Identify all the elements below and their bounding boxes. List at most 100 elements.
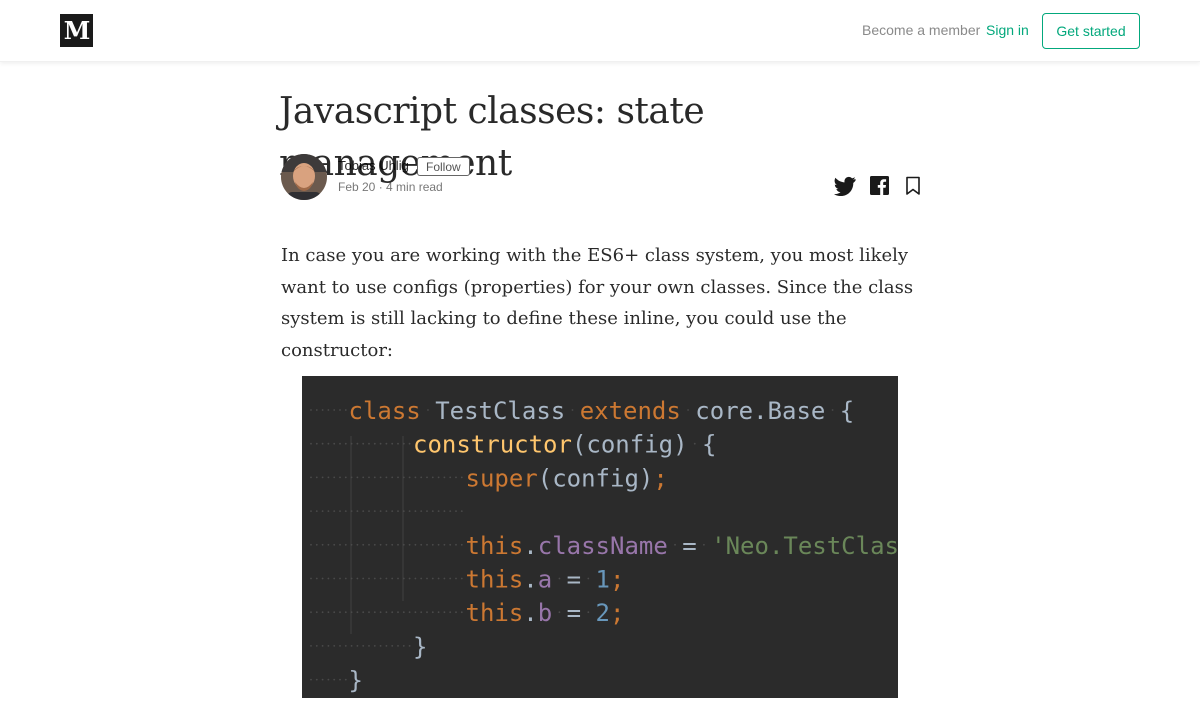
article-title: Javascript classes: state management bbox=[279, 91, 705, 184]
whitespace-dot bbox=[362, 543, 365, 546]
sign-in-link[interactable]: Sign in bbox=[986, 22, 1029, 38]
whitespace-dot bbox=[333, 645, 336, 647]
whitespace-dot bbox=[449, 577, 452, 580]
code-token: b bbox=[538, 599, 552, 627]
whitespace-dot bbox=[414, 611, 417, 614]
whitespace-dot bbox=[402, 577, 405, 580]
whitespace-dot bbox=[333, 611, 336, 614]
whitespace-dot bbox=[368, 510, 370, 512]
whitespace-dot bbox=[310, 442, 312, 445]
code-token: super bbox=[466, 464, 538, 492]
author-name-link[interactable]: Tobias Uhlig bbox=[338, 158, 409, 173]
whitespace-dot bbox=[315, 645, 318, 647]
whitespace-dot bbox=[391, 476, 394, 479]
whitespace-dot bbox=[408, 476, 411, 479]
whitespace-dot bbox=[420, 611, 423, 614]
follow-button[interactable]: Follow bbox=[417, 157, 470, 176]
become-member-link[interactable]: Become a member bbox=[862, 22, 980, 38]
whitespace-dot bbox=[397, 645, 399, 647]
whitespace-dot bbox=[385, 611, 388, 614]
author-avatar[interactable] bbox=[281, 154, 327, 200]
whitespace-dot bbox=[379, 645, 382, 647]
whitespace-dot bbox=[356, 577, 359, 580]
whitespace-dot bbox=[373, 442, 376, 445]
whitespace-dot bbox=[350, 611, 353, 614]
whitespace-dot bbox=[315, 678, 318, 681]
whitespace-dot bbox=[327, 543, 330, 546]
whitespace-dot bbox=[431, 476, 434, 479]
article-meta: Feb 20 · 4 min read bbox=[338, 180, 443, 194]
whitespace-dot bbox=[449, 611, 452, 614]
whitespace-dot bbox=[339, 645, 341, 647]
code-token: 1 bbox=[596, 566, 610, 594]
whitespace-dot bbox=[431, 611, 434, 614]
medium-logo[interactable]: M bbox=[60, 14, 93, 47]
whitespace-dot bbox=[327, 442, 330, 445]
whitespace-dot bbox=[356, 476, 359, 479]
facebook-icon[interactable] bbox=[870, 176, 889, 195]
whitespace-dot bbox=[420, 577, 423, 580]
whitespace-dot bbox=[333, 543, 336, 546]
whitespace-dot bbox=[315, 510, 318, 512]
whitespace-dot bbox=[350, 645, 353, 647]
code-token: ; bbox=[610, 599, 624, 627]
whitespace-dot bbox=[431, 543, 434, 546]
whitespace-dot bbox=[327, 577, 330, 580]
code-token: { bbox=[702, 431, 716, 459]
whitespace-dot bbox=[455, 510, 457, 512]
whitespace-dot bbox=[408, 442, 411, 445]
whitespace-dot bbox=[356, 543, 359, 546]
whitespace-dot bbox=[362, 476, 365, 479]
whitespace-dot bbox=[379, 442, 382, 445]
whitespace-dot bbox=[339, 678, 341, 681]
top-navigation-bar: M Become a member Sign in Get started bbox=[0, 0, 1200, 62]
whitespace-dot bbox=[344, 409, 347, 411]
whitespace-dot bbox=[443, 577, 446, 580]
whitespace-dot bbox=[315, 543, 318, 546]
whitespace-dot bbox=[420, 510, 423, 512]
whitespace-dot bbox=[437, 476, 440, 479]
whitespace-dot bbox=[356, 442, 359, 445]
whitespace-dot bbox=[402, 611, 405, 614]
whitespace-dot bbox=[391, 577, 394, 580]
whitespace-dot bbox=[414, 510, 417, 512]
whitespace-dot bbox=[321, 442, 324, 445]
whitespace-dot bbox=[391, 611, 394, 614]
whitespace-dot bbox=[315, 409, 318, 411]
whitespace-dot bbox=[315, 442, 318, 445]
twitter-icon[interactable] bbox=[834, 176, 856, 197]
whitespace-dot bbox=[402, 476, 405, 479]
whitespace-dot bbox=[373, 476, 376, 479]
whitespace-dot bbox=[402, 442, 405, 445]
code-token: = bbox=[567, 566, 581, 594]
whitespace-dot bbox=[379, 577, 382, 580]
whitespace-dot bbox=[373, 510, 376, 512]
whitespace-dot bbox=[350, 442, 353, 445]
whitespace-dot bbox=[321, 611, 324, 614]
code-block: class TestClass extends core.Base {construct… bbox=[310, 397, 898, 695]
whitespace-dot bbox=[350, 543, 353, 546]
whitespace-dot bbox=[379, 476, 382, 479]
whitespace-dot bbox=[339, 442, 341, 445]
bookmark-icon[interactable] bbox=[905, 176, 921, 196]
article-paragraph: In case you are working with the ES6+ cl… bbox=[281, 245, 914, 361]
code-token: . bbox=[523, 599, 537, 627]
whitespace-dot bbox=[408, 645, 411, 647]
code-token: core.Base bbox=[695, 397, 825, 425]
whitespace-dot bbox=[310, 476, 312, 479]
whitespace-dot bbox=[368, 442, 370, 445]
whitespace-dot bbox=[339, 409, 341, 411]
code-token: = bbox=[682, 532, 696, 560]
whitespace-dot bbox=[321, 678, 324, 681]
whitespace-dot bbox=[460, 543, 463, 546]
whitespace-dot bbox=[397, 442, 399, 445]
code-screenshot[interactable]: class TestClass extends core.Base {construct… bbox=[302, 376, 898, 698]
whitespace-dot bbox=[397, 476, 399, 479]
whitespace-dot bbox=[315, 476, 318, 479]
whitespace-dot bbox=[339, 510, 341, 512]
get-started-button[interactable]: Get started bbox=[1042, 13, 1140, 49]
whitespace-dot bbox=[426, 611, 428, 614]
whitespace-dot bbox=[321, 510, 324, 512]
whitespace-dot bbox=[373, 577, 376, 580]
whitespace-dot bbox=[310, 678, 312, 681]
